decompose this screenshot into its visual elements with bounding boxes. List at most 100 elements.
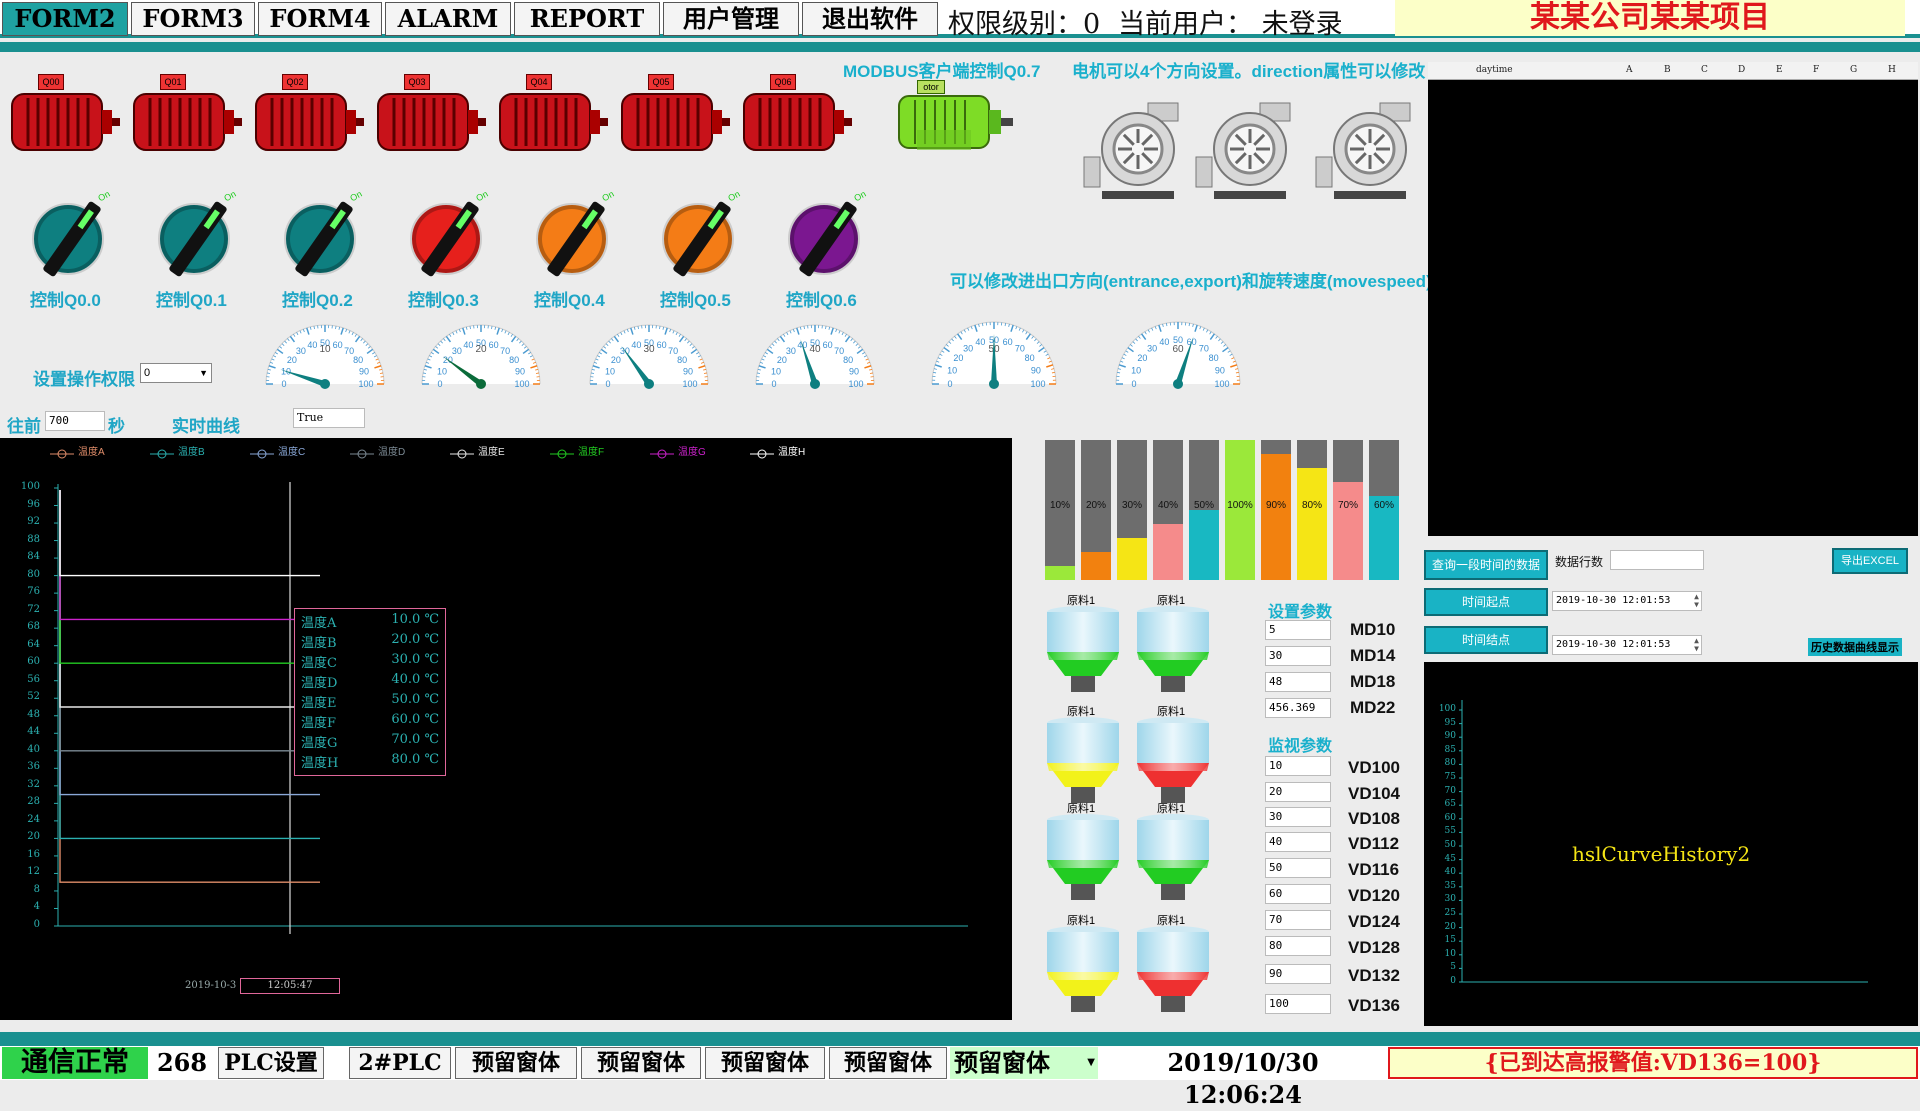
switch-knob-q0-5[interactable]: On xyxy=(662,203,734,275)
set-param-input[interactable]: 456.369 xyxy=(1265,698,1331,718)
speed-gauge: 010203040506070809010020 xyxy=(414,306,548,396)
material-tank xyxy=(1043,715,1123,807)
y-tick-label: 48 xyxy=(14,709,40,720)
legend-item[interactable]: 温度F xyxy=(550,442,604,458)
data-table[interactable]: daytime A B C D E F G H xyxy=(1428,62,1918,536)
gauge-tick: 40 xyxy=(1159,337,1169,347)
reserved-window-button[interactable]: 预留窗体 xyxy=(455,1047,577,1079)
knob-on-label: On xyxy=(474,189,489,204)
legend-item[interactable]: 温度C xyxy=(250,442,305,458)
plc2-button[interactable]: 2#PLC xyxy=(349,1047,451,1079)
bar-percent: 70% xyxy=(1333,500,1363,511)
table-column-header[interactable]: C xyxy=(1701,65,1708,75)
permission-select[interactable]: 0 ▼ xyxy=(140,363,212,383)
table-column-header[interactable]: H xyxy=(1888,65,1896,75)
table-column-header[interactable]: F xyxy=(1813,65,1819,75)
monitor-param-value: 90 xyxy=(1265,964,1331,984)
knob-on-label: On xyxy=(222,189,237,204)
bool-input[interactable]: True xyxy=(293,408,365,428)
bar-fill xyxy=(1333,482,1363,580)
company-title: 某某公司某某项目 xyxy=(1395,0,1905,36)
rows-input[interactable] xyxy=(1610,550,1704,570)
switch-knob-q0-0[interactable]: On xyxy=(32,203,104,275)
tooltip-series: 温度G xyxy=(301,732,337,752)
legend-item[interactable]: 温度A xyxy=(50,442,105,458)
switch-knob-q0-3[interactable]: On xyxy=(410,203,482,275)
realtime-chart[interactable]: 温度A温度B温度C温度D温度E温度F温度G温度H 100969288848076… xyxy=(0,438,1012,1020)
legend-label: 温度C xyxy=(278,447,305,458)
reserved-combo[interactable]: 预留窗体 ▼ xyxy=(950,1047,1098,1079)
motor-0[interactable]: Q00 xyxy=(10,76,120,156)
switch-knob-q0-6[interactable]: On xyxy=(788,203,860,275)
switch-knob-q0-2[interactable]: On xyxy=(284,203,356,275)
y-tick-label: 32 xyxy=(14,779,40,790)
table-column-header[interactable]: E xyxy=(1776,65,1783,75)
y-tick-label: 20 xyxy=(14,831,40,842)
end-time-button[interactable]: 时间结点 xyxy=(1424,626,1548,654)
material-tank xyxy=(1043,924,1123,1016)
table-column-header[interactable]: A xyxy=(1626,65,1633,75)
start-time-input[interactable]: 2019-10-30 12:01:53 ▲▼ xyxy=(1552,591,1702,611)
tab-form4[interactable]: FORM4 xyxy=(258,2,382,36)
legend-item[interactable]: 温度B xyxy=(150,442,205,458)
speed-gauge: 010203040506070809010060 xyxy=(1108,306,1248,396)
legend-item[interactable]: 温度H xyxy=(750,442,805,458)
set-param-input[interactable]: 30 xyxy=(1265,646,1331,666)
reserved-window-button[interactable]: 预留窗体 xyxy=(829,1047,947,1079)
chevron-down-icon: ▼ xyxy=(199,364,208,382)
export-excel-button[interactable]: 导出EXCEL xyxy=(1832,548,1908,574)
tooltip-row: 温度G70.0 ℃ xyxy=(301,732,439,752)
tooltip-series: 温度C xyxy=(301,652,337,672)
reserved-window-button[interactable]: 预留窗体 xyxy=(581,1047,701,1079)
table-column-header[interactable]: B xyxy=(1664,65,1671,75)
bar-gauge: 20% xyxy=(1081,440,1111,580)
gauge-tick: 90 xyxy=(1031,365,1041,375)
y-tick-label: 16 xyxy=(14,849,40,860)
green-motor[interactable]: otor xyxy=(895,80,1017,162)
pump-0[interactable] xyxy=(1078,95,1182,207)
motor-3[interactable]: Q03 xyxy=(376,76,486,156)
legend-item[interactable]: 温度D xyxy=(350,442,405,458)
end-time-input[interactable]: 2019-10-30 12:01:53 ▲▼ xyxy=(1552,635,1702,655)
monitor-param-value: 80 xyxy=(1265,936,1331,956)
legend-item[interactable]: 温度E xyxy=(450,442,505,458)
motor-5[interactable]: Q05 xyxy=(620,76,730,156)
bar-percent: 100% xyxy=(1225,500,1255,511)
table-column-header[interactable]: G xyxy=(1850,65,1857,75)
switch-knob-q0-1[interactable]: On xyxy=(158,203,230,275)
tab-user-management[interactable]: 用户管理 xyxy=(663,2,799,36)
motor-tag: Q01 xyxy=(160,74,186,90)
switch-knob-q0-4[interactable]: On xyxy=(536,203,608,275)
motor-4[interactable]: Q04 xyxy=(498,76,608,156)
pump-1[interactable] xyxy=(1190,95,1294,207)
reserved-window-button[interactable]: 预留窗体 xyxy=(705,1047,825,1079)
set-param-input[interactable]: 5 xyxy=(1265,620,1331,640)
tab-form2[interactable]: FORM2 xyxy=(2,2,128,36)
permission-label: 设置操作权限 xyxy=(33,365,135,390)
exit-button[interactable]: 退出软件 xyxy=(802,2,938,36)
series-line-2 xyxy=(60,490,320,795)
material-tank xyxy=(1133,604,1213,696)
start-time-button[interactable]: 时间起点 xyxy=(1424,588,1548,616)
spinner-icon[interactable]: ▲▼ xyxy=(1694,637,1699,653)
y-tick-label: 56 xyxy=(14,674,40,685)
motor-2[interactable]: Q02 xyxy=(254,76,364,156)
knob-indicator xyxy=(204,209,220,229)
pump-note: 可以修改进出口方向(entrance,export)和旋转速度(movespee… xyxy=(950,267,1432,292)
gauge-tick: 10 xyxy=(437,366,447,376)
legend-item[interactable]: 温度G xyxy=(650,442,706,458)
table-column-header[interactable]: daytime xyxy=(1476,65,1513,75)
tab-alarm[interactable]: ALARM xyxy=(385,2,511,36)
table-column-header[interactable]: D xyxy=(1738,65,1745,75)
spinner-icon[interactable]: ▲▼ xyxy=(1694,593,1699,609)
motor-6[interactable]: Q06 xyxy=(742,76,852,156)
motor-1[interactable]: Q01 xyxy=(132,76,242,156)
pump-2[interactable] xyxy=(1310,95,1414,207)
back-seconds-input[interactable]: 700 xyxy=(45,411,105,431)
query-button[interactable]: 查询一段时间的数据 xyxy=(1424,550,1548,580)
tab-report[interactable]: REPORT xyxy=(514,2,660,36)
tab-form3[interactable]: FORM3 xyxy=(131,2,255,36)
plc-settings-button[interactable]: PLC设置 xyxy=(218,1047,324,1079)
history-chart[interactable]: 1009590858075706560555045403530252015105… xyxy=(1424,662,1918,1026)
set-param-input[interactable]: 48 xyxy=(1265,672,1331,692)
